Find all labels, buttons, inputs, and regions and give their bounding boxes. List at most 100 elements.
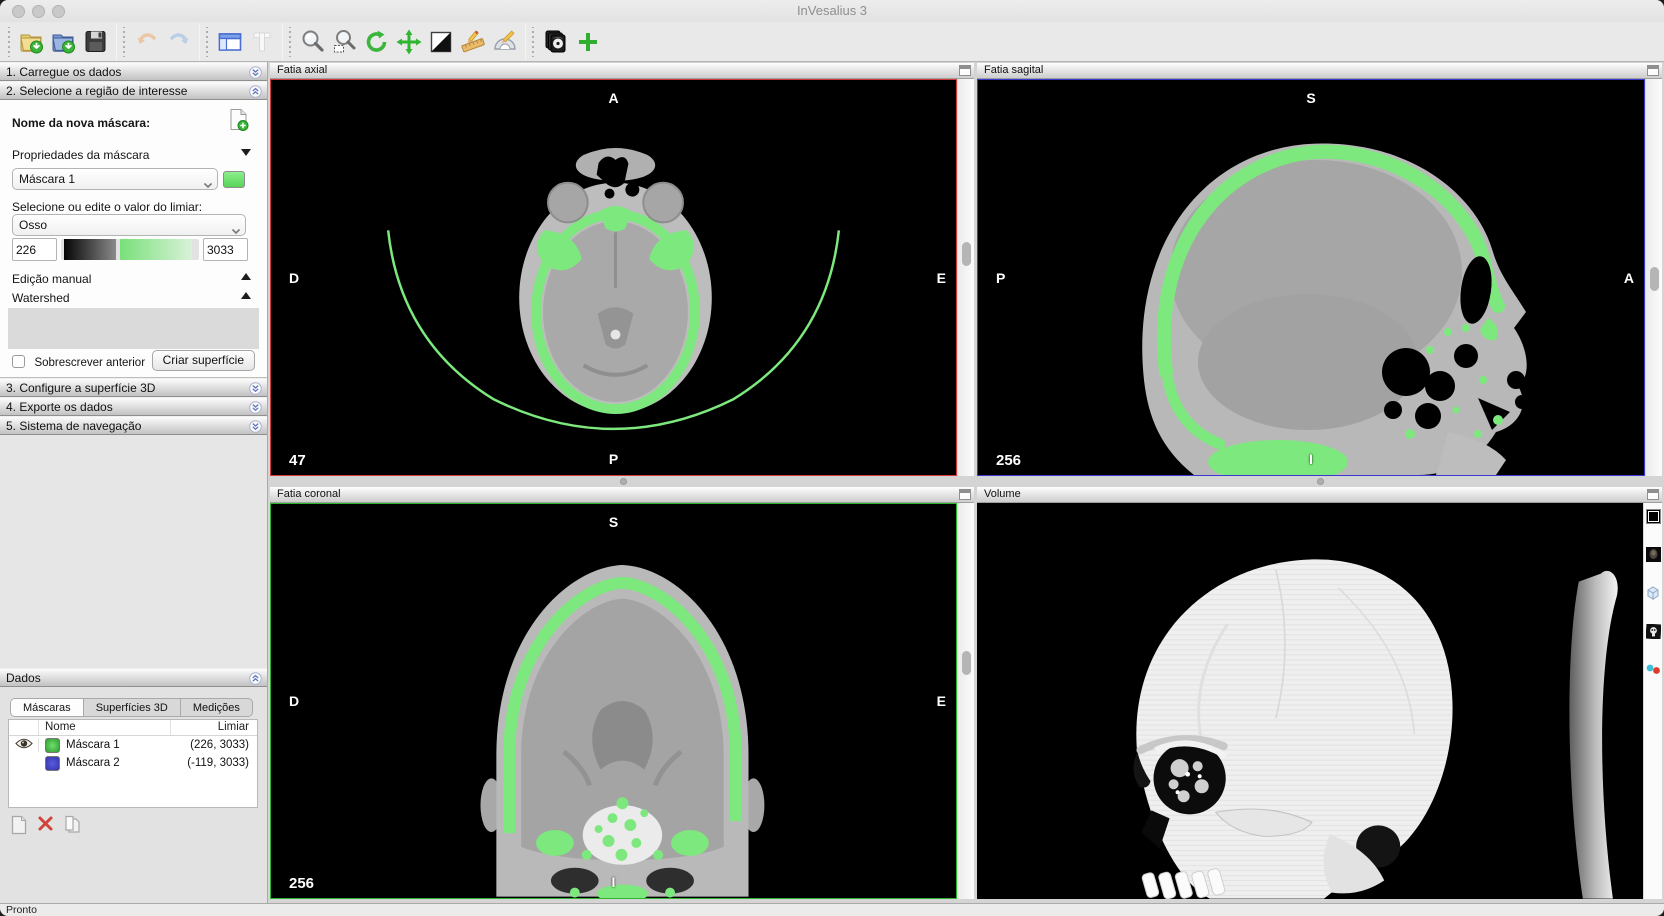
threshold-preset-select[interactable]: Osso bbox=[12, 214, 246, 236]
panel-header-surface-3d[interactable]: 3. Configure a superfície 3D bbox=[0, 378, 267, 397]
orientation-label-bottom: I bbox=[978, 451, 1644, 467]
maximize-viewport-button[interactable] bbox=[1647, 65, 1659, 76]
threshold-gradient-slider[interactable] bbox=[61, 239, 199, 260]
threshold-max-input[interactable] bbox=[203, 238, 248, 261]
toolbar-group-slices bbox=[526, 23, 608, 61]
toolbar-grip[interactable] bbox=[6, 27, 12, 57]
panel-header-load-data[interactable]: 1. Carregue os dados bbox=[0, 62, 267, 81]
viewport-grid: Fatia axial bbox=[268, 62, 1664, 903]
background-color-button[interactable] bbox=[1646, 509, 1661, 529]
mask-select[interactable]: Máscara 1 bbox=[12, 168, 218, 190]
redo-button[interactable] bbox=[163, 26, 195, 58]
status-bar: Pronto bbox=[0, 903, 1664, 916]
measure-angle-icon bbox=[491, 28, 519, 56]
panel-header-export[interactable]: 4. Exporte os dados bbox=[0, 397, 267, 416]
tab-medicoes[interactable]: Medições bbox=[181, 699, 252, 716]
orientation-label-right: E bbox=[937, 693, 946, 709]
mask-select-value: Máscara 1 bbox=[19, 172, 75, 186]
sagittal-viewport[interactable]: S P A I 256 bbox=[977, 79, 1645, 476]
panel-label: 4. Exporte os dados bbox=[6, 400, 113, 414]
coronal-viewport[interactable]: S D E I 256 bbox=[270, 503, 957, 899]
dados-header[interactable]: Dados bbox=[0, 668, 267, 687]
zoom-region-button[interactable] bbox=[329, 26, 361, 58]
sagittal-slice-slider[interactable] bbox=[1645, 79, 1662, 476]
name-column-header: Nome bbox=[39, 720, 171, 735]
sash-handle[interactable] bbox=[1317, 478, 1324, 485]
new-mask-button[interactable] bbox=[229, 108, 249, 137]
axial-slice-image bbox=[271, 80, 956, 475]
sidebar: 1. Carregue os dados 2. Selecione a regi… bbox=[0, 62, 268, 903]
slider-thumb[interactable] bbox=[962, 242, 971, 266]
toolbar-grip[interactable] bbox=[530, 27, 536, 57]
maximize-viewport-button[interactable] bbox=[1647, 489, 1659, 500]
toolbar-grip[interactable] bbox=[121, 27, 127, 57]
measure-angle-button[interactable] bbox=[489, 26, 521, 58]
rotate-button[interactable] bbox=[361, 26, 393, 58]
import-dicom-button[interactable] bbox=[16, 26, 48, 58]
new-mask-row: Nome da nova máscara: bbox=[12, 114, 257, 132]
duplicate-mask-button[interactable] bbox=[63, 815, 83, 840]
dados-title: Dados bbox=[6, 671, 41, 685]
axial-slice-slider[interactable] bbox=[957, 79, 974, 476]
slider-thumb[interactable] bbox=[962, 651, 971, 675]
watershed-header[interactable]: Watershed bbox=[12, 289, 257, 307]
manual-edit-header[interactable]: Edição manual bbox=[12, 270, 257, 288]
delete-x-icon bbox=[37, 815, 54, 832]
axial-viewport[interactable]: A D E P 47 bbox=[270, 79, 957, 476]
orientation-label-top: S bbox=[978, 90, 1644, 106]
layout-button[interactable] bbox=[214, 26, 246, 58]
slider-thumb[interactable] bbox=[1650, 267, 1659, 291]
stereo-cube-button[interactable] bbox=[1645, 585, 1661, 606]
slice-planes-button[interactable] bbox=[540, 26, 572, 58]
undo-button[interactable] bbox=[131, 26, 163, 58]
new-mask-action-button[interactable] bbox=[10, 815, 28, 840]
threshold-column-header: Limiar bbox=[171, 720, 257, 735]
coronal-slice-slider[interactable] bbox=[957, 503, 974, 899]
masks-table-header: Nome Limiar bbox=[9, 720, 257, 736]
zoom-button[interactable] bbox=[297, 26, 329, 58]
slice-number: 256 bbox=[996, 452, 1021, 469]
volume-preset-button[interactable] bbox=[1646, 624, 1661, 644]
tab-superficies-3d[interactable]: Superfícies 3D bbox=[84, 699, 181, 716]
delete-mask-button[interactable] bbox=[37, 815, 54, 840]
threshold-range-green bbox=[120, 239, 192, 260]
pan-button[interactable] bbox=[393, 26, 425, 58]
volume-tools-strip bbox=[1643, 503, 1662, 899]
text-overlay-button[interactable] bbox=[246, 26, 278, 58]
brightness-preset-button[interactable] bbox=[1646, 547, 1661, 567]
panel-header-navigation[interactable]: 5. Sistema de navegação bbox=[0, 416, 267, 435]
save-project-button[interactable] bbox=[80, 26, 112, 58]
measure-distance-button[interactable] bbox=[457, 26, 489, 58]
import-dicom-icon bbox=[18, 28, 46, 56]
tab-mascaras[interactable]: Máscaras bbox=[11, 699, 84, 716]
axial-title: Fatia axial bbox=[277, 64, 327, 76]
dados-panel: Dados Máscaras Superfícies 3D Medições N… bbox=[0, 668, 267, 903]
overwrite-checkbox[interactable] bbox=[12, 355, 25, 368]
chevron-down-icon bbox=[203, 175, 213, 195]
maximize-viewport-button[interactable] bbox=[959, 65, 971, 76]
mask-properties-header[interactable]: Propriedades da máscara bbox=[12, 146, 257, 164]
table-row-mask-2[interactable]: Máscara 2 (-119, 3033) bbox=[9, 754, 257, 772]
table-row-mask-1[interactable]: Máscara 1 (226, 3033) bbox=[9, 736, 257, 754]
app-window: InVesalius 3 bbox=[0, 0, 1664, 916]
sash-handle[interactable] bbox=[620, 478, 627, 485]
add-slice-button[interactable] bbox=[572, 26, 604, 58]
open-project-button[interactable] bbox=[48, 26, 80, 58]
axial-panel-header: Fatia axial bbox=[270, 63, 974, 79]
panel-header-select-roi[interactable]: 2. Selecione a região de interesse bbox=[0, 81, 267, 100]
contrast-button[interactable] bbox=[425, 26, 457, 58]
mask-color-button[interactable] bbox=[223, 171, 245, 188]
open-project-icon bbox=[50, 28, 78, 56]
toolbar-group-navigation bbox=[283, 23, 525, 61]
volume-viewport[interactable] bbox=[977, 503, 1643, 899]
toolbar-grip[interactable] bbox=[287, 27, 293, 57]
maximize-viewport-button[interactable] bbox=[959, 489, 971, 500]
create-surface-button[interactable]: Criar superfície bbox=[152, 350, 255, 371]
horizontal-splitter[interactable] bbox=[268, 476, 1664, 487]
anaglyph-button[interactable] bbox=[1645, 662, 1661, 681]
toolbar-grip[interactable] bbox=[204, 27, 210, 57]
visibility-toggle[interactable] bbox=[9, 738, 39, 752]
pan-icon bbox=[395, 28, 423, 56]
roi-panel-content: Nome da nova máscara: Propriedades da má… bbox=[0, 100, 267, 378]
threshold-min-input[interactable] bbox=[12, 238, 57, 261]
